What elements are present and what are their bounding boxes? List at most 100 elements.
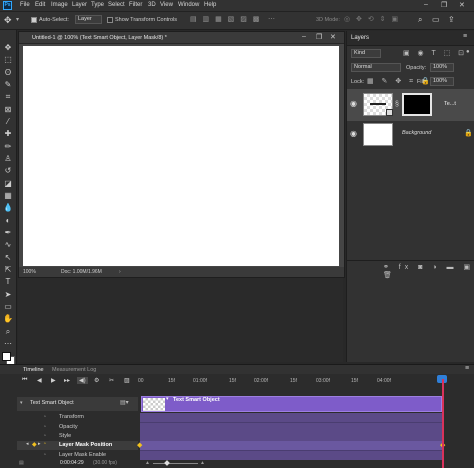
doc-close-icon[interactable]: ✕ <box>330 33 336 41</box>
more-tools-icon[interactable]: ⋯ <box>3 339 13 349</box>
settings-gear-icon[interactable]: ⚙ <box>94 377 99 384</box>
3d-mode-icons[interactable]: ◎ ✥ ⟲ ⇕ ▣ <box>344 15 400 23</box>
property-row-layer-mask-enable[interactable]: ◔ Layer Mask Enable <box>17 451 138 460</box>
split-clip-icon[interactable]: ✂ <box>109 377 114 384</box>
curvature-pen-tool-icon[interactable]: ∿ <box>3 240 13 250</box>
workspace-icon[interactable]: ▭ <box>432 15 440 24</box>
timeline-clip[interactable]: Text Smart Object ▾ <box>141 396 442 412</box>
timeline-zoom-thumb[interactable] <box>164 460 170 466</box>
minimize-icon[interactable]: – <box>424 1 428 8</box>
tab-layers[interactable]: Layers <box>351 33 369 43</box>
menu-help[interactable]: Help <box>204 2 216 8</box>
stopwatch-icon[interactable]: ◔ <box>43 414 46 420</box>
collapse-chevron-icon[interactable]: ▾ <box>20 400 23 406</box>
playhead[interactable] <box>442 379 444 468</box>
crop-tool-icon[interactable]: ⌗ <box>3 92 13 102</box>
previous-frame-icon[interactable]: ◀ <box>37 377 42 384</box>
menu-filter[interactable]: Filter <box>129 2 142 8</box>
menu-type[interactable]: Type <box>91 2 104 8</box>
stopwatch-icon[interactable]: ◔ <box>43 424 46 430</box>
chain-link-icon[interactable]: § <box>395 101 399 108</box>
align-icons[interactable]: ▤ ▥ ▦ ▧ ▨ ▩ <box>190 15 261 23</box>
property-row-style[interactable]: ◔ Style <box>17 432 138 441</box>
auto-select-dropdown[interactable]: Layer <box>75 15 102 24</box>
canvas[interactable] <box>23 46 339 266</box>
property-row-transform[interactable]: ◔ Transform <box>17 413 138 422</box>
tool-preset-chevron-icon[interactable]: ▾ <box>16 16 19 23</box>
prev-keyframe-icon[interactable]: ◂ <box>26 441 29 447</box>
eye-icon[interactable]: ◉ <box>350 99 357 108</box>
eye-icon[interactable]: ◉ <box>350 129 357 138</box>
history-brush-tool-icon[interactable]: ↺ <box>3 166 13 176</box>
zoom-in-timeline-icon[interactable]: ▲ <box>200 460 205 466</box>
move-tool-icon[interactable]: ✥ <box>3 43 13 53</box>
zoom-level[interactable]: 100% <box>23 267 36 277</box>
go-to-first-frame-icon[interactable]: ⏮ <box>22 377 27 384</box>
opacity-input[interactable]: 100% <box>430 63 454 72</box>
menu-3d[interactable]: 3D <box>148 2 156 8</box>
panel-menu-icon[interactable]: ≡ <box>463 33 467 40</box>
menu-view[interactable]: View <box>160 2 173 8</box>
audio-icon[interactable]: ◀) <box>77 377 88 384</box>
layer-row-text-smart-object[interactable]: ◉ § Te...t <box>347 89 474 121</box>
track-header[interactable]: ▾ Text Smart Object ▤▾ <box>17 397 138 411</box>
stopwatch-icon[interactable]: ◔ <box>43 452 46 458</box>
gradient-tool-icon[interactable]: ▦ <box>3 191 13 201</box>
next-frame-icon[interactable]: ▸▸ <box>64 377 70 384</box>
play-icon[interactable]: ▶ <box>51 377 56 384</box>
pointer-tool-icon[interactable]: ➤ <box>3 290 13 300</box>
menu-layer[interactable]: Layer <box>72 2 87 8</box>
dodge-tool-icon[interactable]: ◐ <box>3 216 13 226</box>
eraser-tool-icon[interactable]: ◪ <box>3 179 13 189</box>
show-transform-checkbox[interactable] <box>107 17 113 23</box>
share-icon[interactable]: ⇪ <box>448 15 455 24</box>
layer-mask-thumbnail[interactable] <box>402 93 432 116</box>
property-row-layer-mask-position[interactable]: ◂ ◆ ▸ ◔ Layer Mask Position <box>17 441 138 450</box>
menu-image[interactable]: Image <box>51 2 68 8</box>
timeline-zoom-slider[interactable] <box>153 463 198 464</box>
filter-icons[interactable]: ▣ ◉ T ⬚ ⊡ <box>403 49 467 57</box>
rectangle-tool-icon[interactable]: ▭ <box>3 302 13 312</box>
doc-restore-icon[interactable]: ❐ <box>316 33 322 41</box>
next-keyframe-icon[interactable]: ▸ <box>38 441 41 447</box>
filter-toggle-icon[interactable]: ● <box>466 49 470 55</box>
clone-stamp-tool-icon[interactable]: ♙ <box>3 154 13 164</box>
stopwatch-icon[interactable]: ◔ <box>43 433 46 439</box>
blend-mode-dropdown[interactable]: Normal <box>351 63 401 72</box>
blur-tool-icon[interactable]: 💧 <box>3 203 13 213</box>
tab-timeline[interactable]: Timeline <box>23 367 44 373</box>
keyframe-diamond-icon[interactable]: ◆ <box>32 441 37 448</box>
layer-row-background[interactable]: ◉ Background 🔒 <box>347 119 474 151</box>
convert-frame-animation-icon[interactable]: ▤ <box>19 460 24 466</box>
menu-select[interactable]: Select <box>108 2 125 8</box>
brush-tool-icon[interactable]: ✏ <box>3 142 13 152</box>
layers-footer-icons[interactable]: ⚭ fx ◙ ◑ ▬ ▣ 🗑 <box>383 263 474 279</box>
foreground-color-swatch[interactable] <box>2 352 11 361</box>
timeline-menu-icon[interactable]: ≡ <box>465 365 469 372</box>
transition-icon[interactable]: ▨ <box>124 377 130 384</box>
clip-chevron-icon[interactable]: ▾ <box>166 396 169 402</box>
tab-measurement-log[interactable]: Measurement Log <box>52 367 96 373</box>
menu-file[interactable]: File <box>20 2 30 8</box>
stopwatch-active-icon[interactable]: ◔ <box>43 441 46 447</box>
time-ruler[interactable]: 00 15f 01:00f 15f 02:00f 15f 03:00f 15f … <box>138 377 474 387</box>
auto-select-checkbox[interactable] <box>31 17 37 23</box>
healing-brush-tool-icon[interactable]: ✚ <box>3 129 13 139</box>
restore-icon[interactable]: ❐ <box>441 1 447 9</box>
direct-selection-tool-icon[interactable]: ⇱ <box>3 265 13 275</box>
status-menu-icon[interactable]: › <box>119 267 121 277</box>
property-track-layer-mask-position[interactable]: ◆ ◆ <box>137 441 445 451</box>
frame-tool-icon[interactable]: ⊠ <box>3 105 13 115</box>
pen-tool-icon[interactable]: ✒ <box>3 228 13 238</box>
hand-tool-icon[interactable]: ✋ <box>3 314 13 324</box>
document-tab[interactable]: Untitled-1 @ 100% (Text Smart Object, La… <box>19 32 344 44</box>
fill-input[interactable]: 100% <box>430 77 454 86</box>
kind-filter-dropdown[interactable]: Kind <box>351 49 381 58</box>
track-options-icon[interactable]: ▤▾ <box>120 399 129 406</box>
zoom-tool-icon[interactable]: ⌕ <box>3 327 13 337</box>
marquee-tool-icon[interactable]: ⬚ <box>3 55 13 65</box>
lasso-tool-icon[interactable]: ʘ <box>3 68 13 78</box>
path-selection-tool-icon[interactable]: ↖ <box>3 253 13 263</box>
quick-select-tool-icon[interactable]: ✎ <box>3 80 13 90</box>
property-row-opacity[interactable]: ◔ Opacity <box>17 423 138 432</box>
